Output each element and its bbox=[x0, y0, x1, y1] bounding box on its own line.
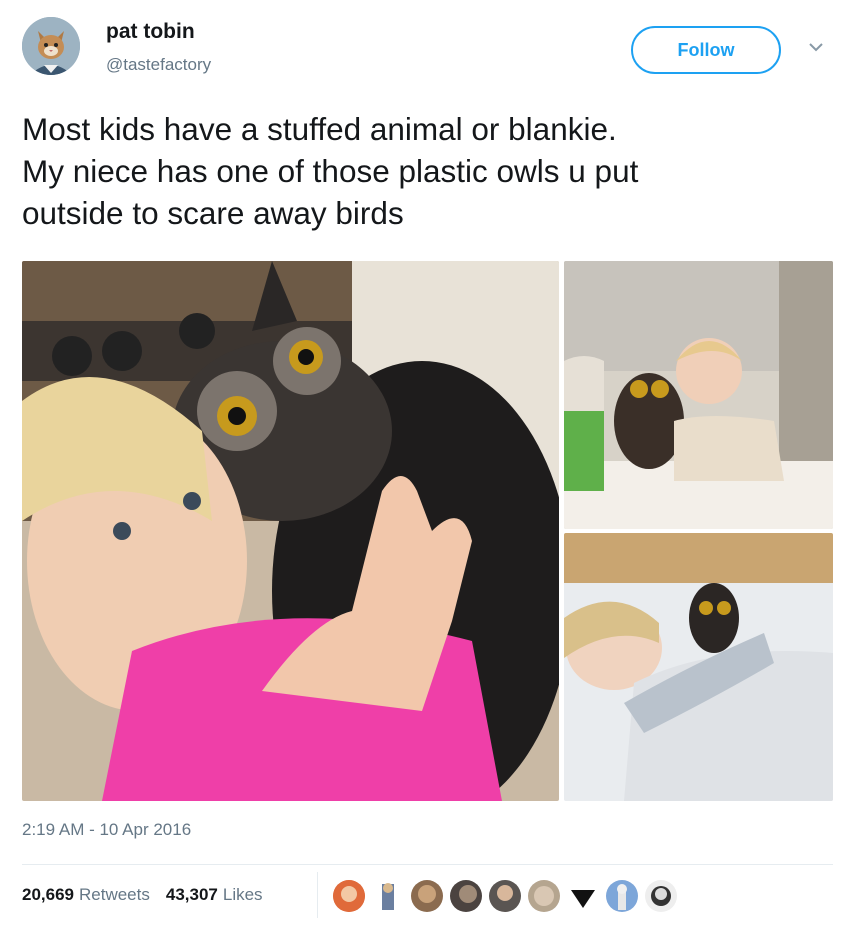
author-avatar[interactable] bbox=[22, 17, 80, 75]
tweet-timestamp[interactable]: 2:19 AM - 10 Apr 2016 bbox=[22, 820, 191, 840]
photo-girl-hugging-owl[interactable] bbox=[22, 261, 559, 801]
likes-label: Likes bbox=[222, 885, 263, 904]
likes-stat[interactable]: 43,307 Likes bbox=[166, 885, 263, 905]
liker-avatar[interactable] bbox=[606, 880, 638, 912]
photo-baby-sleeping-with-owl[interactable] bbox=[564, 533, 833, 801]
liker-avatar[interactable] bbox=[333, 880, 365, 912]
tweet-text-line: My niece has one of those plastic owls u… bbox=[22, 153, 639, 189]
tweet-text: Most kids have a stuffed animal or blank… bbox=[22, 108, 822, 234]
retweets-stat[interactable]: 20,669 Retweets bbox=[22, 885, 150, 905]
liker-avatar[interactable] bbox=[372, 880, 404, 912]
liker-avatar[interactable] bbox=[450, 880, 482, 912]
tweet-stats: 20,669 Retweets 43,307 Likes bbox=[22, 885, 263, 905]
likes-count: 43,307 bbox=[165, 885, 218, 904]
liker-avatar[interactable] bbox=[567, 880, 599, 912]
cat-avatar-icon bbox=[22, 17, 80, 75]
follow-button[interactable]: Follow bbox=[631, 26, 781, 74]
liker-avatar[interactable] bbox=[489, 880, 521, 912]
chevron-down-icon[interactable] bbox=[807, 40, 825, 54]
divider bbox=[22, 864, 833, 865]
stats-divider bbox=[317, 872, 318, 918]
author-handle[interactable]: @tastefactory bbox=[106, 55, 211, 75]
liker-avatar[interactable] bbox=[528, 880, 560, 912]
tweet-text-line: outside to scare away birds bbox=[22, 195, 404, 231]
retweets-label: Retweets bbox=[79, 885, 150, 904]
liker-avatar[interactable] bbox=[411, 880, 443, 912]
liker-avatar[interactable] bbox=[645, 880, 677, 912]
retweets-count: 20,669 bbox=[22, 885, 74, 904]
author-name[interactable]: pat tobin bbox=[106, 20, 195, 44]
photo-baby-with-owl-at-table[interactable] bbox=[564, 261, 833, 529]
tweet-text-line: Most kids have a stuffed animal or blank… bbox=[22, 111, 617, 147]
likers-avatars bbox=[333, 880, 677, 912]
